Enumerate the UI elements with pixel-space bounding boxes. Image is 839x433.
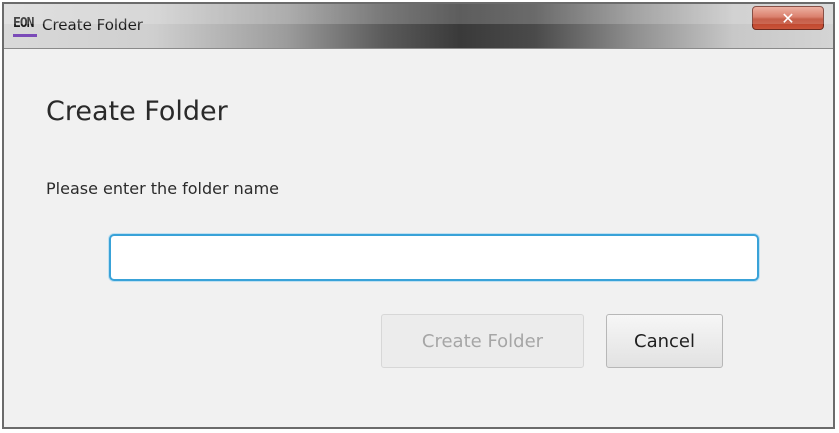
app-logo-accent-bar [13,34,37,37]
dialog-heading: Create Folder [46,96,228,127]
create-folder-button[interactable]: Create Folder [381,314,584,368]
create-folder-button-label: Create Folder [421,330,544,352]
cancel-button-label: Cancel [634,330,695,352]
close-button[interactable]: ✕ [752,6,824,30]
app-logo-text: EON [13,16,35,31]
window-title: Create Folder [42,16,143,34]
folder-name-prompt: Please enter the folder name [46,179,280,198]
close-icon: ✕ [781,8,795,28]
folder-name-input[interactable] [109,234,759,281]
cancel-button[interactable]: Cancel [606,314,723,368]
create-folder-window: EON Create Folder ✕ Create Folder Please… [2,2,835,429]
app-logo-icon: EON [13,15,37,37]
title-bar[interactable]: EON Create Folder ✕ [4,4,833,49]
